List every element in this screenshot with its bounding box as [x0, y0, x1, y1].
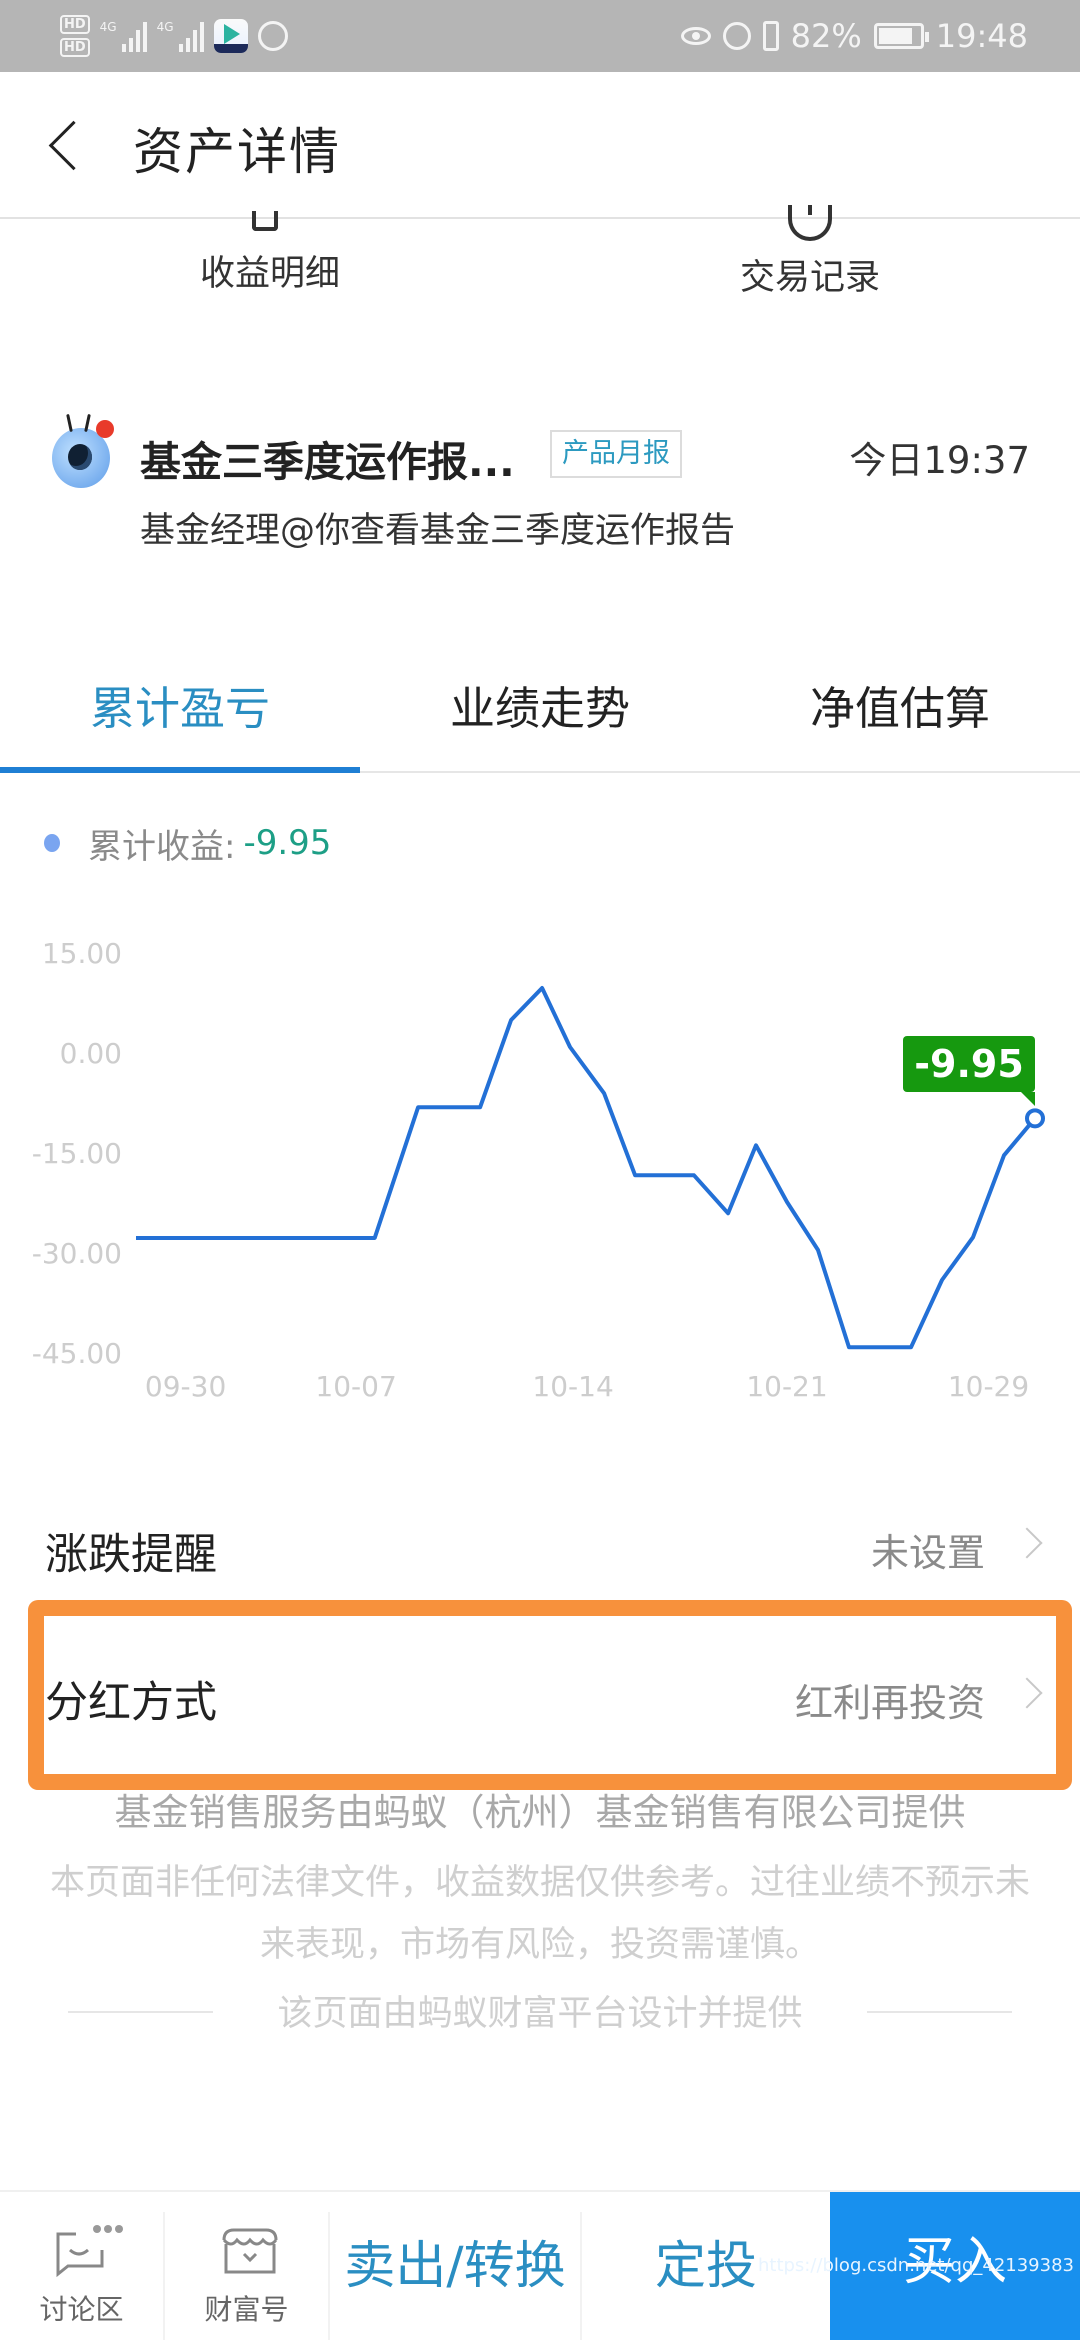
divider — [68, 2011, 213, 2013]
x-tick-label: 10-29 — [948, 1370, 1029, 1403]
endpoint-marker[interactable] — [1025, 1108, 1045, 1129]
status-bar: HD HD 4G 4G 82% 19:48 — [0, 0, 1080, 72]
hd-indicator: HD HD — [60, 15, 90, 57]
designed-by-text: 该页面由蚂蚁财富平台设计并提供 — [277, 1994, 803, 2034]
x-tick-label: 10-21 — [746, 1370, 827, 1403]
wealth-account-button[interactable]: 财富号 — [165, 2192, 328, 2340]
wealth-label: 财富号 — [204, 2293, 289, 2326]
designed-by-note: 该页面由蚂蚁财富平台设计并提供 — [0, 1985, 1080, 2036]
dividend-method-row[interactable]: 分红方式 红利再投资 — [0, 1620, 1080, 1770]
quick-action-transactions[interactable]: 交易记录 — [660, 205, 960, 299]
news-tag: 产品月报 — [550, 430, 682, 478]
price-alert-row[interactable]: 涨跌提醒 未设置 — [0, 1470, 1080, 1620]
news-title: 基金三季度运作报... — [140, 438, 515, 486]
eye-icon — [680, 27, 711, 45]
dividend-method-value: 红利再投资 — [794, 1681, 985, 1725]
watermark: https://blog.csdn.net/qq_42139383 — [757, 2255, 1074, 2276]
x-tick-label: 10-14 — [532, 1370, 613, 1403]
quick-action-income-detail[interactable]: 收益明细 — [120, 211, 420, 299]
chart-legend: 累计收益: -9.95 — [44, 818, 331, 868]
vibrate-icon — [762, 21, 779, 51]
quick-action-label: 交易记录 — [739, 258, 880, 298]
chart-svg: 15.00 0.00 -15.00 -30.00 -45.00 09-30 10-07 10-… — [32, 937, 1045, 1403]
chevron-right-icon — [1011, 1677, 1043, 1709]
hd2-badge: HD — [60, 38, 90, 57]
bottom-action-bar: 讨论区 财富号 卖出/转换 定投 买入 https://blog.csdn.ne… — [0, 2190, 1080, 2340]
dividend-method-label: 分红方式 — [45, 1678, 217, 1728]
news-time: 今日19:37 — [849, 439, 1030, 482]
price-alert-value: 未设置 — [870, 1531, 985, 1575]
legend-label: 累计收益: — [88, 826, 236, 867]
chart-tooltip: -9.95 — [903, 1036, 1035, 1106]
clock-time: 19:48 — [935, 17, 1028, 55]
unread-dot — [96, 420, 114, 438]
status-left: HD HD 4G 4G — [60, 8, 288, 64]
sell-convert-button[interactable]: 卖出/转换 — [330, 2192, 580, 2340]
buy-button[interactable]: 买入 https://blog.csdn.net/qq_42139383 — [758, 2192, 1080, 2340]
battery-percent: 82% — [790, 17, 862, 55]
hand-icon — [257, 21, 288, 51]
battery-icon — [873, 23, 929, 49]
discussion-label: 讨论区 — [39, 2293, 124, 2326]
cumulative-return-chart[interactable]: 15.00 0.00 -15.00 -30.00 -45.00 09-30 10-07 10-… — [0, 900, 1080, 1420]
y-tick-label: -30.00 — [32, 1237, 122, 1270]
receipt-icon — [252, 211, 278, 231]
sell-convert-label: 卖出/转换 — [344, 2237, 566, 2296]
tab-cumulative-pnl[interactable]: 累计盈亏 — [0, 640, 360, 773]
discussion-button[interactable]: 讨论区 — [0, 2192, 163, 2340]
signal-icon-1: 4G — [100, 20, 147, 52]
chat-bubble-icon — [56, 2225, 123, 2278]
price-alert-label: 涨跌提醒 — [45, 1530, 217, 1580]
video-app-icon — [213, 19, 248, 53]
news-card[interactable]: 基金三季度运作报... 产品月报 今日19:37 基金经理@你查看基金三季度运作… — [0, 400, 1080, 551]
y-tick-label: -45.00 — [32, 1337, 122, 1370]
tab-nav-estimate[interactable]: 净值估算 — [720, 640, 1080, 771]
divider — [867, 2011, 1012, 2013]
y-tick-label: 0.00 — [60, 1037, 122, 1070]
legend-dot-icon — [44, 834, 60, 852]
provider-note: 基金销售服务由蚂蚁（杭州）基金销售有限公司提供 — [114, 1791, 966, 1834]
y-tick-label: -15.00 — [32, 1137, 122, 1170]
hd1-badge: HD — [60, 15, 90, 34]
page-title: 资产详情 — [133, 123, 341, 181]
chevron-right-icon — [1011, 1527, 1043, 1559]
signal-icon-2: 4G — [157, 20, 204, 52]
tab-performance-trend[interactable]: 业绩走势 — [360, 640, 720, 771]
status-right: 82% 19:48 — [680, 12, 1028, 60]
clock-icon — [788, 205, 832, 241]
quick-action-label: 收益明细 — [199, 254, 340, 294]
news-subtitle: 基金经理@你查看基金三季度运作报告 — [140, 511, 736, 551]
x-tick-label: 09-30 — [145, 1370, 226, 1403]
y-tick-label: 15.00 — [42, 937, 122, 970]
storefront-icon — [222, 2228, 278, 2274]
legend-value: -9.95 — [243, 823, 332, 863]
alarm-icon — [722, 22, 751, 50]
app-header: 资产详情 — [0, 72, 1080, 219]
chart-tabs: 累计盈亏 业绩走势 净值估算 — [0, 640, 1080, 773]
back-button[interactable] — [40, 114, 90, 178]
x-tick-label: 10-07 — [315, 1370, 396, 1403]
series-line — [136, 986, 1037, 1350]
disclaimer-note: 本页面非任何法律文件，收益数据仅供参考。过往业绩不预示未来表现，市场有风险，投资… — [50, 1863, 1031, 1965]
